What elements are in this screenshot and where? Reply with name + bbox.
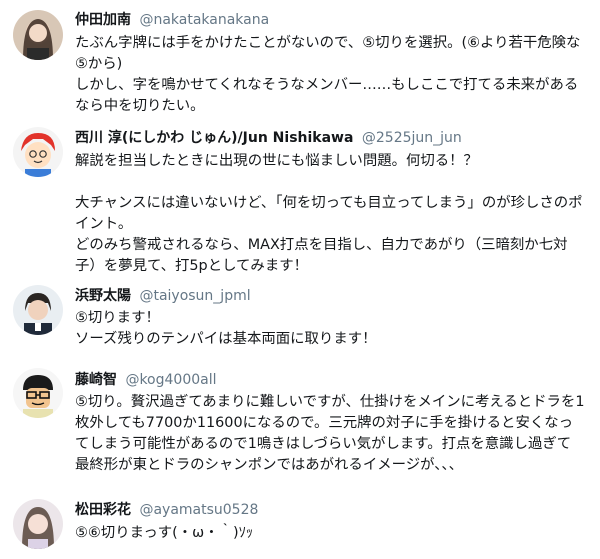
user-handle[interactable]: @ayamatsu0528 [139, 502, 258, 518]
tweet-text: ⑤⑥切りまっす(・ω・｀)ｿｯ [75, 525, 254, 541]
avatar-image [13, 127, 63, 177]
avatar-image [13, 10, 63, 60]
tweet-item: 西川 淳(にしかわ じゅん)/Jun Nishikawa @2525jun_ju… [0, 118, 600, 276]
avatar[interactable] [13, 10, 63, 60]
avatar[interactable] [13, 499, 63, 549]
tweet-text: ⑤切り。贅沢過ぎてあまりに難しいですが、仕掛けをメインに考えるとドラを1枚外して… [75, 394, 585, 473]
avatar[interactable] [13, 368, 63, 418]
display-name[interactable]: 浜野太陽 [75, 288, 131, 304]
tweet-text: ⑤切ります！ ソーズ残りのテンパイは基本両面に取ります！ [75, 310, 377, 347]
display-name[interactable]: 仲田加南 [75, 12, 131, 28]
user-handle[interactable]: @nakatakanakana [139, 12, 269, 28]
avatar-image [13, 499, 63, 549]
tweet-text: たぶん字牌には手をかけたことがないので、⑤切りを選択。(⑥より若干危険な⑤から)… [75, 35, 581, 114]
user-handle[interactable]: @taiyosun_jpml [139, 288, 250, 304]
display-name[interactable]: 松田彩花 [75, 502, 131, 518]
avatar-image [13, 285, 63, 335]
avatar[interactable] [13, 127, 63, 177]
tweet-item: 浜野太陽 @taiyosun_jpml ⑤切ります！ ソーズ残りのテンパイは基本… [0, 276, 600, 360]
avatar-image [13, 368, 63, 418]
display-name[interactable]: 西川 淳(にしかわ じゅん)/Jun Nishikawa [75, 130, 353, 146]
user-handle[interactable]: @kog4000all [125, 372, 216, 388]
tweet-item: 仲田加南 @nakatakanakana たぶん字牌には手をかけたことがないので… [0, 0, 600, 118]
tweet-text: 解説を担当したときに出現の世にも悩ましい問題。何切る！？ 大チャンスには違いない… [75, 153, 583, 274]
display-name[interactable]: 藤崎智 [75, 372, 117, 388]
user-handle[interactable]: @2525jun_jun [362, 130, 462, 146]
avatar[interactable] [13, 285, 63, 335]
tweet-item: 藤崎智 @kog4000all ⑤切り。贅沢過ぎてあまりに難しいですが、仕掛けを… [0, 360, 600, 490]
tweet-item: 松田彩花 @ayamatsu0528 ⑤⑥切りまっす(・ω・｀)ｿｯ [0, 490, 600, 559]
